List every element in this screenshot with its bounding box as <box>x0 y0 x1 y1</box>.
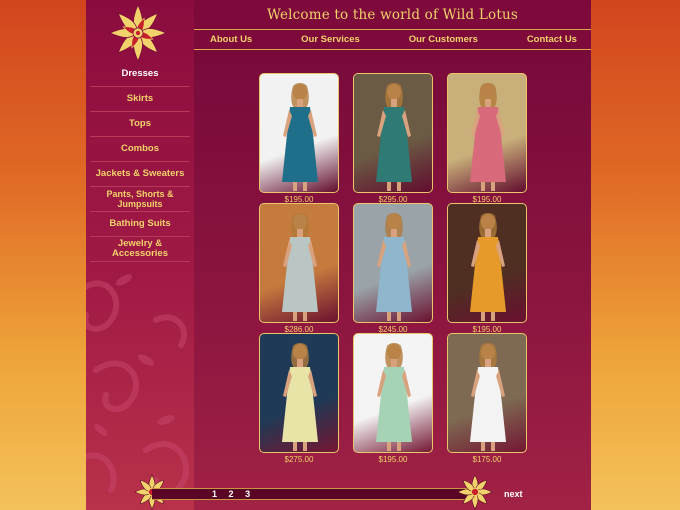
product-image[interactable] <box>353 73 433 193</box>
product-card[interactable]: $195.00 <box>447 203 527 334</box>
model-figure-icon <box>282 343 318 451</box>
product-card[interactable]: $295.00 <box>353 73 433 204</box>
category-nav: Dresses Skirts Tops Combos Jackets & Swe… <box>90 62 190 262</box>
page-link-1[interactable]: 1 <box>212 489 217 499</box>
nav-about-us[interactable]: About Us <box>210 34 252 45</box>
product-price: $275.00 <box>284 455 314 464</box>
model-figure-icon <box>376 83 412 191</box>
product-image[interactable] <box>259 333 339 453</box>
nav-item-skirts[interactable]: Skirts <box>90 87 190 112</box>
lotus-logo-icon[interactable] <box>108 3 168 63</box>
model-figure-icon <box>376 213 412 321</box>
welcome-title: Welcome to the world of Wild Lotus <box>266 7 519 23</box>
product-price: $175.00 <box>472 455 502 464</box>
nav-item-pants-shorts-jumpsuits[interactable]: Pants, Shorts & Jumpsuits <box>90 187 190 212</box>
product-card[interactable]: $195.00 <box>259 73 339 204</box>
page-links: 1 2 3 <box>212 489 259 499</box>
page-link-3[interactable]: 3 <box>245 489 250 499</box>
nav-item-jewelry-accessories[interactable]: Jewelry & Accessories <box>90 237 190 262</box>
top-nav: About Us Our Services Our Customers Cont… <box>194 30 591 49</box>
page-link-2[interactable]: 2 <box>229 489 234 499</box>
product-image[interactable] <box>259 73 339 193</box>
product-card[interactable]: $286.00 <box>259 203 339 334</box>
next-page-link[interactable]: next <box>504 489 523 499</box>
product-price: $195.00 <box>378 455 408 464</box>
model-figure-icon <box>282 83 318 191</box>
header: Welcome to the world of Wild Lotus About… <box>194 0 591 50</box>
nav-item-combos[interactable]: Combos <box>90 137 190 162</box>
nav-our-services[interactable]: Our Services <box>301 34 360 45</box>
pager-bar <box>152 488 474 500</box>
model-figure-icon <box>470 213 506 321</box>
model-figure-icon <box>282 213 318 321</box>
product-image[interactable] <box>447 203 527 323</box>
product-card[interactable]: $195.00 <box>447 73 527 204</box>
swirl-ornament-icon <box>86 274 189 497</box>
product-card[interactable]: $275.00 <box>259 333 339 464</box>
model-figure-icon <box>376 343 412 451</box>
model-figure-icon <box>470 343 506 451</box>
nav-item-bathing-suits[interactable]: Bathing Suits <box>90 212 190 237</box>
lotus-ornament-icon <box>457 474 493 510</box>
product-card[interactable]: $195.00 <box>353 333 433 464</box>
model-figure-icon <box>470 83 506 191</box>
product-image[interactable] <box>447 333 527 453</box>
nav-item-jackets-sweaters[interactable]: Jackets & Sweaters <box>90 162 190 187</box>
nav-item-dresses[interactable]: Dresses <box>90 62 190 87</box>
product-card[interactable]: $245.00 <box>353 203 433 334</box>
product-card[interactable]: $175.00 <box>447 333 527 464</box>
nav-our-customers[interactable]: Our Customers <box>409 34 478 45</box>
product-image[interactable] <box>447 73 527 193</box>
nav-contact-us[interactable]: Contact Us <box>527 34 577 45</box>
product-image[interactable] <box>353 203 433 323</box>
nav-item-tops[interactable]: Tops <box>90 112 190 137</box>
sidebar: Dresses Skirts Tops Combos Jackets & Swe… <box>86 0 194 510</box>
product-image[interactable] <box>353 333 433 453</box>
product-image[interactable] <box>259 203 339 323</box>
